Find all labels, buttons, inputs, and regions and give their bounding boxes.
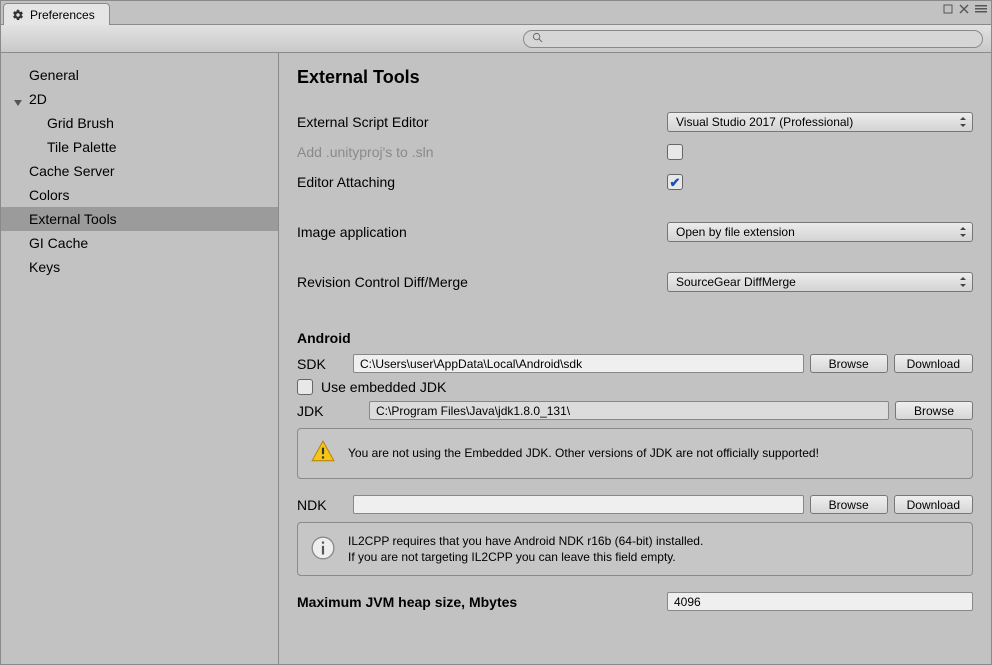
page-title: External Tools	[297, 67, 973, 88]
embedded-jdk-label: Use embedded JDK	[321, 379, 446, 395]
preferences-tab[interactable]: Preferences	[3, 3, 110, 25]
ndk-download-button[interactable]: Download	[894, 495, 973, 514]
window-controls	[943, 3, 987, 15]
sidebar-item-label: 2D	[29, 91, 47, 107]
main-panel: External Tools External Script Editor Vi…	[279, 53, 991, 664]
add-unityproj-label: Add .unityproj's to .sln	[297, 144, 667, 160]
embedded-jdk-checkbox[interactable]	[297, 379, 313, 395]
revision-dropdown[interactable]: SourceGear DiffMerge	[667, 272, 973, 292]
warning-icon	[310, 439, 336, 468]
revision-label: Revision Control Diff/Merge	[297, 274, 667, 290]
jdk-label: JDK	[297, 403, 347, 419]
ndk-label: NDK	[297, 497, 347, 513]
gear-icon	[12, 9, 24, 21]
editor-attaching-label: Editor Attaching	[297, 174, 667, 190]
info-icon	[310, 535, 336, 564]
search-icon	[532, 32, 543, 46]
searchbar	[1, 25, 991, 53]
add-unityproj-checkbox	[667, 144, 683, 160]
tab-title: Preferences	[30, 8, 95, 22]
jdk-warning-box: You are not using the Embedded JDK. Othe…	[297, 428, 973, 479]
detach-icon[interactable]	[943, 3, 955, 15]
image-app-dropdown[interactable]: Open by file extension	[667, 222, 973, 242]
jdk-input[interactable]	[369, 401, 889, 420]
content: General 2D Grid Brush Tile Palette Cache…	[1, 53, 991, 664]
sidebar-item-colors[interactable]: Colors	[1, 183, 278, 207]
ndk-browse-button[interactable]: Browse	[810, 495, 888, 514]
chevron-down-icon	[13, 95, 23, 111]
close-icon[interactable]	[959, 3, 971, 15]
sdk-download-button[interactable]: Download	[894, 354, 973, 373]
menu-icon[interactable]	[975, 3, 987, 15]
preferences-window: Preferences General	[0, 0, 992, 665]
sidebar-item-keys[interactable]: Keys	[1, 255, 278, 279]
image-app-label: Image application	[297, 224, 667, 240]
sidebar-item-gi-cache[interactable]: GI Cache	[1, 231, 278, 255]
sidebar-item-external-tools[interactable]: External Tools	[1, 207, 278, 231]
sdk-input[interactable]	[353, 354, 804, 373]
heap-input[interactable]	[667, 592, 973, 611]
sidebar-item-2d[interactable]: 2D	[1, 87, 278, 111]
sidebar: General 2D Grid Brush Tile Palette Cache…	[1, 53, 279, 664]
android-section-title: Android	[297, 330, 973, 346]
ndk-input[interactable]	[353, 495, 804, 514]
jdk-warning-text: You are not using the Embedded JDK. Othe…	[348, 445, 819, 461]
jdk-browse-button[interactable]: Browse	[895, 401, 973, 420]
sidebar-item-tile-palette[interactable]: Tile Palette	[1, 135, 278, 159]
script-editor-dropdown[interactable]: Visual Studio 2017 (Professional)	[667, 112, 973, 132]
heap-label: Maximum JVM heap size, Mbytes	[297, 594, 667, 610]
script-editor-label: External Script Editor	[297, 114, 667, 130]
sidebar-item-grid-brush[interactable]: Grid Brush	[1, 111, 278, 135]
il2cpp-info-text: IL2CPP requires that you have Android ND…	[348, 533, 703, 565]
il2cpp-info-box: IL2CPP requires that you have Android ND…	[297, 522, 973, 576]
editor-attaching-checkbox[interactable]	[667, 174, 683, 190]
search-box[interactable]	[523, 30, 983, 48]
sdk-label: SDK	[297, 356, 347, 372]
sidebar-item-general[interactable]: General	[1, 63, 278, 87]
sidebar-item-cache-server[interactable]: Cache Server	[1, 159, 278, 183]
titlebar: Preferences	[1, 1, 991, 25]
search-input[interactable]	[549, 33, 974, 45]
sdk-browse-button[interactable]: Browse	[810, 354, 888, 373]
